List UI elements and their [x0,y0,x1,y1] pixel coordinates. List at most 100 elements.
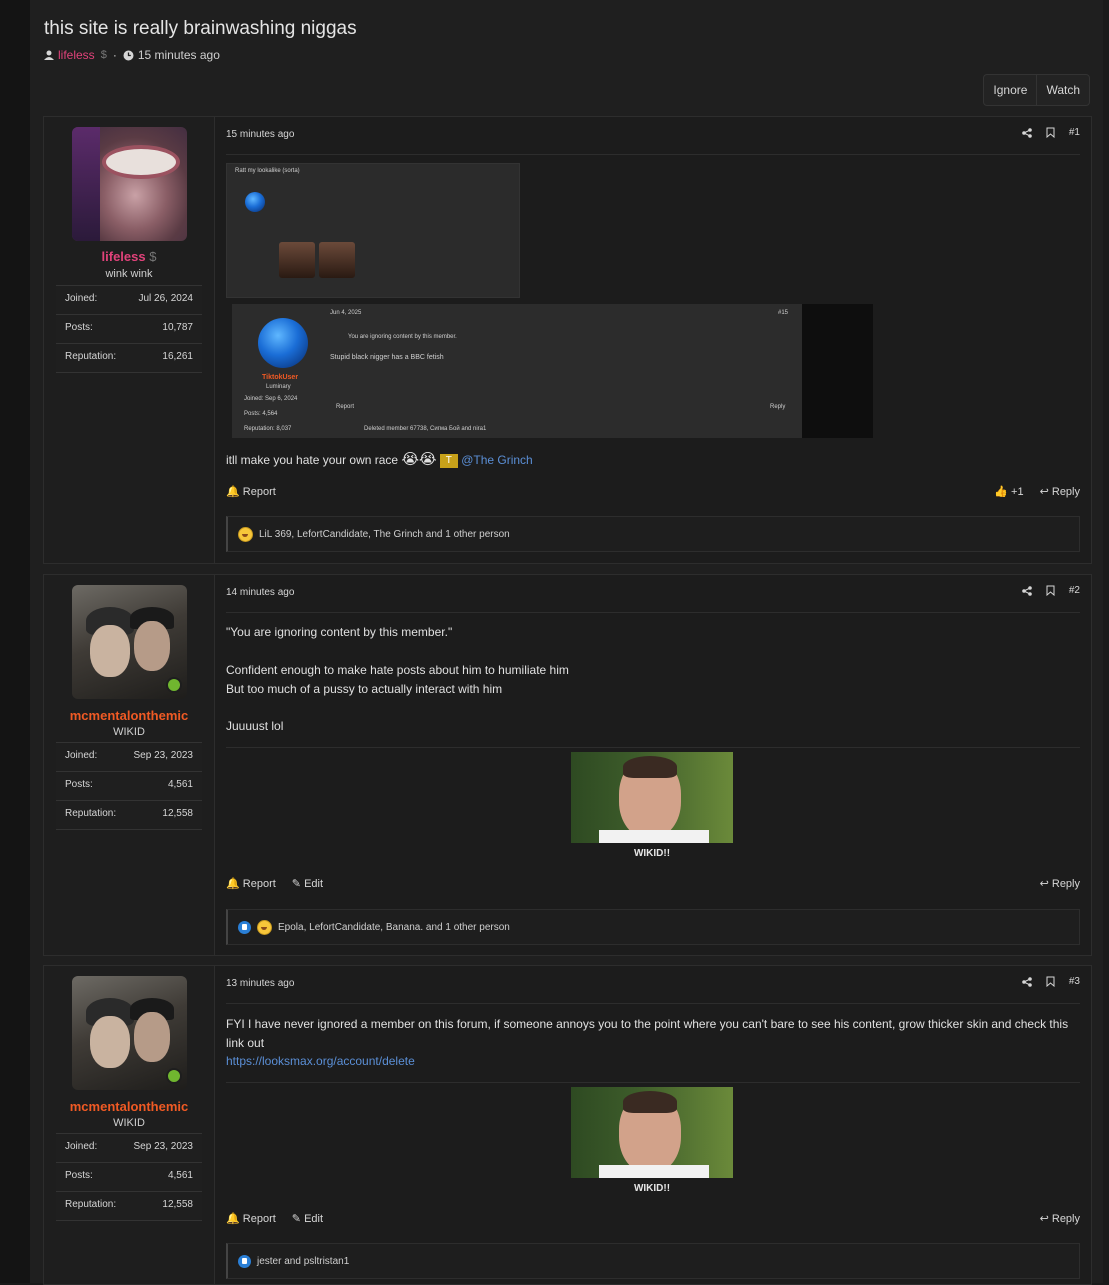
ignore-button[interactable]: Ignore [984,75,1036,105]
user-title: WIKID [113,1117,145,1129]
reply-button[interactable]: ↩ Reply [1040,1212,1080,1225]
post-footer: 🔔 Report 👍 +1 ↩ Reply [226,485,1080,498]
like-button[interactable]: 👍 +1 [994,485,1023,498]
post-2: mcmentalonthemic WIKID Joined: Sep 23, 20… [43,574,1092,956]
dollar-badge-icon: $ [149,249,157,264]
avatar[interactable] [72,127,187,241]
edit-link[interactable]: ✎ Edit [292,1212,323,1225]
like-reaction-icon [238,920,251,934]
thread-author-link[interactable]: lifeless [58,48,95,62]
shot2-reply: Reply [770,404,786,410]
thread-title: this site is really brainwashing niggas [44,18,357,39]
embedded-screenshot-dark-area [802,304,873,438]
post-time[interactable]: 14 minutes ago [226,587,294,598]
shot1-face-right [319,242,355,278]
post-footer: 🔔 Report ✎ Edit ↩ Reply [226,1212,1080,1225]
stat-reputation: Reputation: 12,558 [56,1192,202,1221]
bookmark-icon[interactable] [1046,585,1055,596]
reply-button[interactable]: ↩ Reply [1040,485,1080,498]
thread-time[interactable]: 15 minutes ago [138,48,220,62]
report-link[interactable]: 🔔 Report [226,485,276,498]
online-status-indicator [166,1068,182,1084]
post-3: mcmentalonthemic WIKID Joined: Sep 23, 20… [43,965,1092,1285]
shot2-date: Jun 4, 2025 [330,310,362,316]
bookmark-icon[interactable] [1046,976,1055,987]
watch-button[interactable]: Watch [1036,75,1089,105]
reactions-list[interactable]: LiL 369, LefortCandidate, The Grinch and… [259,529,510,540]
post-line-3: Juuuust lol [226,719,284,733]
post-number[interactable]: #1 [1069,127,1080,138]
username[interactable]: mcmentalonthemic [44,1099,214,1114]
share-icon[interactable] [1022,976,1032,987]
post-tools: #3 [1022,976,1080,987]
meta-separator: · [112,48,117,62]
user-icon [44,50,54,60]
mention-link[interactable]: @The Grinch [461,453,533,467]
stat-joined: Joined: Sep 23, 2023 [56,742,202,772]
shot2-text: Stupid black nigger has a BBC fetish [330,354,444,361]
stat-posts: Posts: 4,561 [56,1163,202,1192]
globe-avatar-icon [245,192,265,212]
user-badge-t: T [439,453,458,468]
embedded-screenshot-1[interactable]: Ratt my lookalike (sorta) [226,163,520,298]
edit-link[interactable]: ✎ Edit [292,877,323,890]
delete-account-link[interactable]: https://looksmax.org/account/delete [226,1052,1080,1071]
post-text: FYI I have never ignored a member on thi… [226,1017,1069,1050]
post-time[interactable]: 15 minutes ago [226,129,294,140]
post-1-user-panel: lifeless $ wink wink Joined: Jul 26, 2024… [44,117,215,563]
post-tools: #1 [1022,127,1080,138]
post-2-body: 14 minutes ago #2 "You are ignoring cont… [215,575,1091,955]
crying-reaction-icon [238,526,253,542]
thread-main: this site is really brainwashing niggas … [30,0,1103,1285]
post-1: lifeless $ wink wink Joined: Jul 26, 2024… [43,116,1092,564]
post-header-divider [226,612,1080,613]
globe-avatar-icon [258,318,308,368]
reply-button[interactable]: ↩ Reply [1040,877,1080,890]
share-icon[interactable] [1022,127,1032,138]
crying-emoji: 😭😭 [401,451,437,468]
username[interactable]: mcmentalonthemic [44,708,214,723]
stat-joined: Joined: Jul 26, 2024 [56,285,202,315]
shot2-report: Report [336,404,355,410]
shot2-posts: Posts: 4,564 [244,411,278,417]
shot2-user: TiktokUser [262,374,299,381]
post-number[interactable]: #3 [1069,976,1080,987]
bookmark-icon[interactable] [1046,127,1055,138]
signature-image [571,752,733,843]
post-line-1: Confident enough to make hate posts abou… [226,663,569,677]
user-title: WIKID [113,726,145,738]
signature-caption: WIKID!! [633,848,671,859]
post-footer: 🔔 Report ✎ Edit ↩ Reply [226,877,1080,890]
reactions-list[interactable]: jester and psltristan1 [257,1256,349,1267]
shot2-ignore-notice: You are ignoring content by this member. [348,334,457,340]
post-text: itll make you hate your own race 😭😭 T @T… [226,451,533,468]
clock-icon [123,50,134,60]
post-3-body: 13 minutes ago #3 FYI I have never ignor… [215,966,1091,1284]
user-stats: Joined: Sep 23, 2023 Posts: 4,561 Reputati… [56,1133,202,1221]
report-link[interactable]: 🔔 Report [226,1212,276,1225]
report-link[interactable]: 🔔 Report [226,877,276,890]
reactions-bar[interactable]: LiL 369, LefortCandidate, The Grinch and… [226,516,1080,552]
post-time[interactable]: 13 minutes ago [226,978,294,989]
post-header-divider [226,154,1080,155]
stat-posts: Posts: 10,787 [56,315,202,344]
dollar-badge-icon: $ [100,49,107,61]
embedded-screenshot-2[interactable]: TiktokUser Luminary Joined: Sep 6, 2024 … [232,304,804,438]
username[interactable]: lifeless $ [44,249,214,264]
post-line-2: But too much of a pussy to actually inte… [226,682,503,696]
shot2-rep: Reputation: 8,037 [244,426,292,432]
stat-reputation: Reputation: 16,261 [56,344,202,373]
post-header-divider [226,1003,1080,1004]
stat-reputation: Reputation: 12,558 [56,801,202,830]
signature-divider [226,1082,1080,1083]
signature-divider [226,747,1080,748]
post-number[interactable]: #2 [1069,585,1080,596]
shot2-joined: Joined: Sep 6, 2024 [244,396,298,402]
shot2-number: #15 [778,310,789,316]
share-icon[interactable] [1022,585,1032,596]
reactions-list[interactable]: Epola, LefortCandidate, Banana. and 1 ot… [278,922,510,933]
reactions-bar[interactable]: Epola, LefortCandidate, Banana. and 1 ot… [226,909,1080,945]
reactions-bar[interactable]: jester and psltristan1 [226,1243,1080,1279]
post-2-user-panel: mcmentalonthemic WIKID Joined: Sep 23, 20… [44,575,215,955]
like-reaction-icon [238,1254,251,1268]
